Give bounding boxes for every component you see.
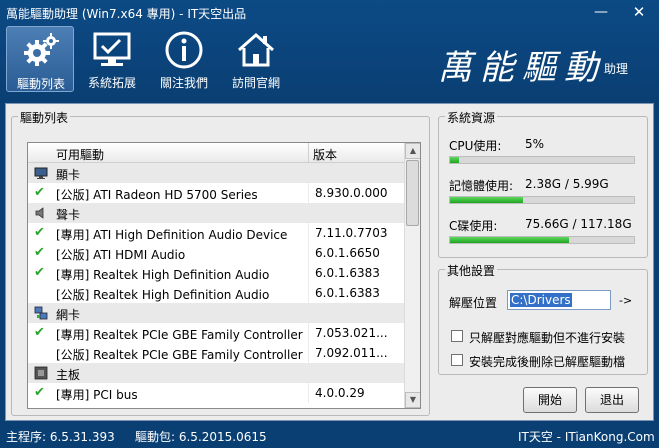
driver-name: [專用] Realtek High Definition Audio [56,268,270,282]
col-header-version[interactable]: 版本 [313,146,337,163]
driver-version: 4.0.0.29 [315,386,365,400]
scroll-thumb[interactable] [406,160,419,226]
app-logo: 萬能驅動 [438,48,606,88]
close-button[interactable]: ✕ [628,2,650,22]
driver-name: [專用] ATI High Definition Audio Device [56,228,288,242]
driver-name: [公版] Realtek PCIe GBE Family Controller [56,348,303,362]
cpu-usage-bar [449,156,635,164]
driver-name: [公版] Realtek High Definition Audio [56,288,270,302]
system-resources-group: 系統資源 CPU使用: 5% 記憶體使用: 2.38G / 5.99G C碟使用… [438,109,648,258]
driver-version: 8.930.0.000 [315,186,388,200]
disk-usage-bar [449,236,635,244]
driver-version: 6.0.1.6650 [315,246,380,260]
driver-row[interactable]: ✔ 4.0.0.29 [專用] PCI bus [28,383,404,403]
driver-version: 6.0.1.6383 [315,286,380,300]
check-icon[interactable]: ✔ [34,186,48,200]
gear-icon [24,33,59,66]
category-row[interactable]: 網卡 [28,303,404,323]
col-header-driver[interactable]: 可用驅動 [56,146,104,163]
app-window: 萬能驅動助理 (Win7.x64 專用) - IT天空出品 — ✕ 驅動列表 系… [0,0,659,448]
driver-pack-version: 驅動包: 6.5.2015.0615 [135,430,267,444]
driver-list-group: 驅動列表 可用驅動 版本 顯卡 ✔ 8.930.0.000 [公版] ATI Rade… [11,109,430,416]
exit-button[interactable]: 退出 [585,387,639,413]
tab-visit-website-label: 訪問官網 [231,76,280,90]
website-credit: IT天空 - ITianKong.Com [518,430,655,444]
scroll-up-button[interactable]: ▲ [405,143,420,159]
app-logo-sub: 助理 [604,62,629,76]
extract-path-value: C:\Drivers [510,293,572,307]
memory-label: 記憶體使用: [449,179,514,193]
driver-list-legend: 驅動列表 [18,109,71,126]
driver-row[interactable]: 7.092.011... [公版] Realtek PCIe GBE Family… [28,343,404,363]
category-name: 顯卡 [56,168,81,182]
check-icon[interactable]: ✔ [34,226,48,240]
other-settings-group: 其他設置 解壓位置 C:\Drivers -> 只解壓對應驅動但不進行安裝 安裝… [438,262,648,375]
window-title: 萬能驅動助理 (Win7.x64 專用) - IT天空出品 [6,7,247,21]
speaker-icon [34,206,48,220]
disk-label: C碟使用: [449,219,498,233]
extract-path-label: 解壓位置 [449,296,498,310]
list-scrollbar[interactable]: ▲ ▼ [404,143,420,408]
category-name: 主板 [56,368,81,382]
extract-only-checkbox[interactable] [451,330,463,342]
memory-value: 2.38G / 5.99G [525,177,609,191]
driver-name: [公版] ATI Radeon HD 5700 Series [56,188,258,202]
driver-row[interactable]: ✔ 7.053.021... [專用] Realtek PCIe GBE Famil… [28,323,404,343]
driver-row[interactable]: ✔ 7.11.0.7703 [專用] ATI High Definition Aud… [28,223,404,243]
motherboard-icon [34,366,48,380]
driver-row[interactable]: 6.0.1.6383 [公版] Realtek High Definition A… [28,283,404,303]
category-name: 網卡 [56,308,81,322]
extract-only-label[interactable]: 只解壓對應驅動但不進行安裝 [469,329,625,346]
driver-version: 7.053.021... [315,326,388,340]
driver-name: [專用] Realtek PCIe GBE Family Controller [56,328,303,342]
check-icon[interactable]: ✔ [34,246,48,260]
display-icon [34,166,48,180]
tab-system-extend-label: 系統拓展 [87,76,136,90]
start-button[interactable]: 開始 [523,387,577,413]
disk-value: 75.66G / 117.18G [525,217,632,231]
delete-after-install-label[interactable]: 安裝完成後刪除已解壓驅動檔 [469,353,625,370]
browse-button[interactable]: -> [619,294,632,307]
title-bar: 萬能驅動助理 (Win7.x64 專用) - IT天空出品 — ✕ [0,0,659,24]
driver-row[interactable]: ✔ 6.0.1.6650 [公版] ATI HDMI Audio [28,243,404,263]
tab-follow-us-label: 關注我們 [159,76,208,90]
status-bar: 主程序: 6.5.31.393 驅動包: 6.5.2015.0615 IT天空 … [0,424,659,448]
driver-row[interactable]: ✔ 8.930.0.000 [公版] ATI Radeon HD 5700 Seri… [28,183,404,203]
tab-system-extend[interactable]: 系統拓展 [78,26,146,92]
category-row[interactable]: 顯卡 [28,163,404,183]
main-panel: 驅動列表 可用驅動 版本 顯卡 ✔ 8.930.0.000 [公版] ATI Rade… [5,103,654,421]
network-icon [34,306,48,320]
memory-usage-bar [449,196,635,204]
category-name: 聲卡 [56,208,81,222]
system-resources-legend: 系統資源 [445,109,498,126]
driver-name: [公版] ATI HDMI Audio [56,248,186,262]
other-settings-legend: 其他設置 [445,262,498,279]
category-row[interactable]: 聲卡 [28,203,404,223]
tab-driver-list-label: 驅動列表 [16,77,65,91]
main-program-version: 主程序: 6.5.31.393 [6,430,115,444]
delete-after-install-checkbox[interactable] [451,354,463,366]
driver-listbox[interactable]: 可用驅動 版本 顯卡 ✔ 8.930.0.000 [公版] ATI Radeon HD… [27,142,421,409]
tab-visit-website[interactable]: 訪問官網 [222,26,290,92]
driver-version: 7.092.011... [315,346,388,360]
list-header: 可用驅動 版本 [28,143,404,163]
monitor-check-icon [93,32,131,66]
driver-version: 6.0.1.6383 [315,266,380,280]
extract-path-input[interactable]: C:\Drivers [507,290,611,310]
info-icon [165,31,203,69]
scroll-down-button[interactable]: ▼ [405,392,420,408]
tab-follow-us[interactable]: 關注我們 [150,26,218,92]
check-icon[interactable]: ✔ [34,266,48,280]
category-row[interactable]: 主板 [28,363,404,383]
driver-version: 7.11.0.7703 [315,226,388,240]
tab-driver-list[interactable]: 驅動列表 [6,26,74,92]
cpu-value: 5% [525,137,545,151]
minimize-button[interactable]: — [590,2,612,22]
home-icon [238,32,274,67]
check-icon[interactable]: ✔ [34,386,48,400]
driver-row[interactable]: ✔ 6.0.1.6383 [專用] Realtek High Definition … [28,263,404,283]
driver-name: [專用] PCI bus [56,388,138,402]
cpu-label: CPU使用: [449,139,502,153]
check-icon[interactable]: ✔ [34,326,48,340]
